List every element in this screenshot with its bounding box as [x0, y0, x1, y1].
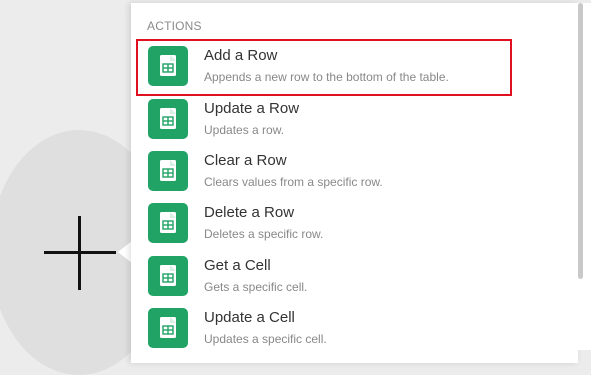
action-description: Deletes a specific row.	[204, 227, 324, 241]
action-title: Update a Cell	[204, 309, 295, 326]
action-description: Gets a specific cell.	[204, 280, 308, 294]
action-title: Update a Row	[204, 100, 300, 117]
google-sheets-icon	[148, 151, 188, 191]
action-description: Updates a specific cell.	[204, 332, 327, 346]
google-sheets-icon	[148, 99, 188, 139]
action-title: Get a Cell	[204, 257, 271, 274]
add-module-button[interactable]	[40, 214, 116, 290]
action-item-update-a-cell[interactable]: Update a Cell Updates a specific cell.	[138, 303, 510, 356]
google-sheets-icon	[148, 46, 188, 86]
action-description: Appends a new row to the bottom of the t…	[204, 70, 449, 84]
popover-pointer	[118, 241, 132, 263]
action-title: Add a Row	[204, 47, 278, 64]
action-description: Updates a row.	[204, 123, 285, 137]
action-item-delete-a-row[interactable]: Delete a Row Deletes a specific row.	[138, 198, 510, 251]
action-title: Clear a Row	[204, 152, 287, 169]
action-title: Delete a Row	[204, 204, 295, 221]
google-sheets-icon	[148, 256, 188, 296]
plus-icon-vertical	[78, 216, 81, 290]
action-description: Clears values from a specific row.	[204, 175, 383, 189]
action-item-get-a-cell[interactable]: Get a Cell Gets a specific cell.	[138, 251, 510, 304]
action-item-update-a-row[interactable]: Update a Row Updates a row.	[138, 94, 510, 147]
section-header-actions: ACTIONS	[147, 19, 202, 33]
action-item-clear-a-row[interactable]: Clear a Row Clears values from a specifi…	[138, 146, 510, 199]
action-item-add-a-row[interactable]: Add a Row Appends a new row to the botto…	[136, 39, 512, 96]
google-sheets-icon	[148, 308, 188, 348]
scrollbar-thumb[interactable]	[578, 3, 583, 279]
google-sheets-icon	[148, 203, 188, 243]
